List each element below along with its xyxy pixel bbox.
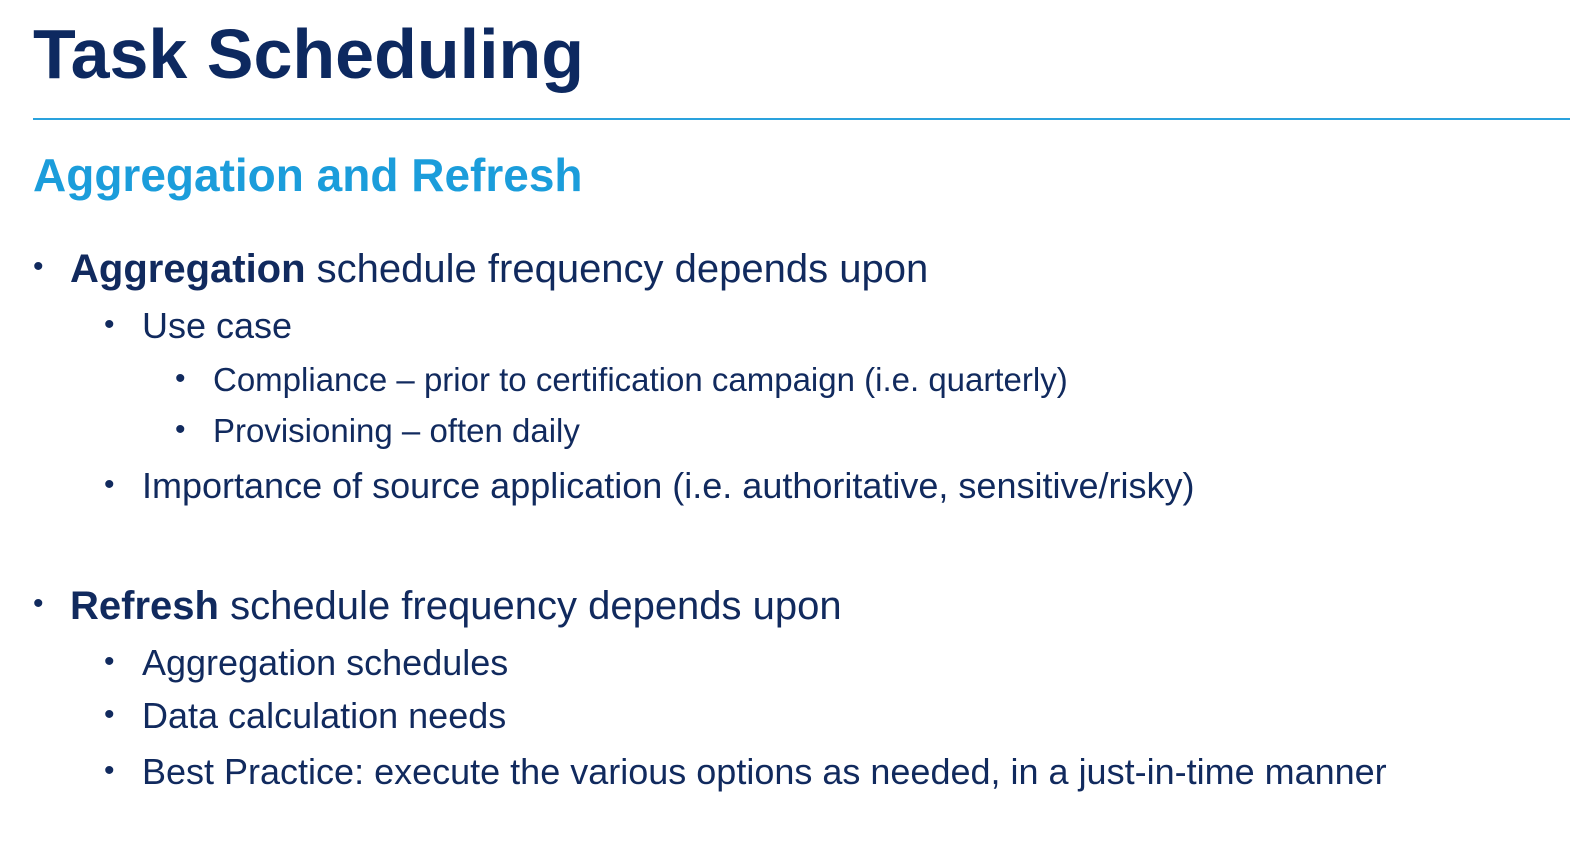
aggregation-heading: Aggregation schedule frequency depends u… <box>70 245 928 293</box>
bullet-icon: • <box>104 308 115 341</box>
list-item-use-case: Use case <box>142 305 293 346</box>
bullet-icon: • <box>175 413 186 446</box>
bullet-icon: • <box>33 250 44 283</box>
refresh-heading: Refresh schedule frequency depends upon <box>70 582 842 630</box>
bullet-icon: • <box>175 362 186 395</box>
bullet-icon: • <box>104 754 115 787</box>
refresh-keyword: Refresh <box>70 584 219 628</box>
slide-subtitle: Aggregation and Refresh <box>33 149 583 201</box>
list-item-compliance: Compliance – prior to certification camp… <box>213 361 1068 398</box>
list-item-aggregation-schedules: Aggregation schedules <box>142 642 509 683</box>
list-item-importance: Importance of source application (i.e. a… <box>142 465 1195 506</box>
bullet-icon: • <box>104 698 115 731</box>
bullet-icon: • <box>104 645 115 678</box>
aggregation-keyword: Aggregation <box>70 247 306 291</box>
list-item-data-calculation: Data calculation needs <box>142 695 507 736</box>
title-divider <box>33 118 1570 120</box>
bullet-icon: • <box>104 468 115 501</box>
list-item-provisioning: Provisioning – often daily <box>213 412 580 449</box>
list-item-best-practice: Best Practice: execute the various optio… <box>142 751 1387 792</box>
aggregation-heading-text: schedule frequency depends upon <box>305 247 929 291</box>
bullet-icon: • <box>33 587 44 620</box>
slide-title: Task Scheduling <box>33 15 585 93</box>
refresh-heading-text: schedule frequency depends upon <box>218 584 842 628</box>
